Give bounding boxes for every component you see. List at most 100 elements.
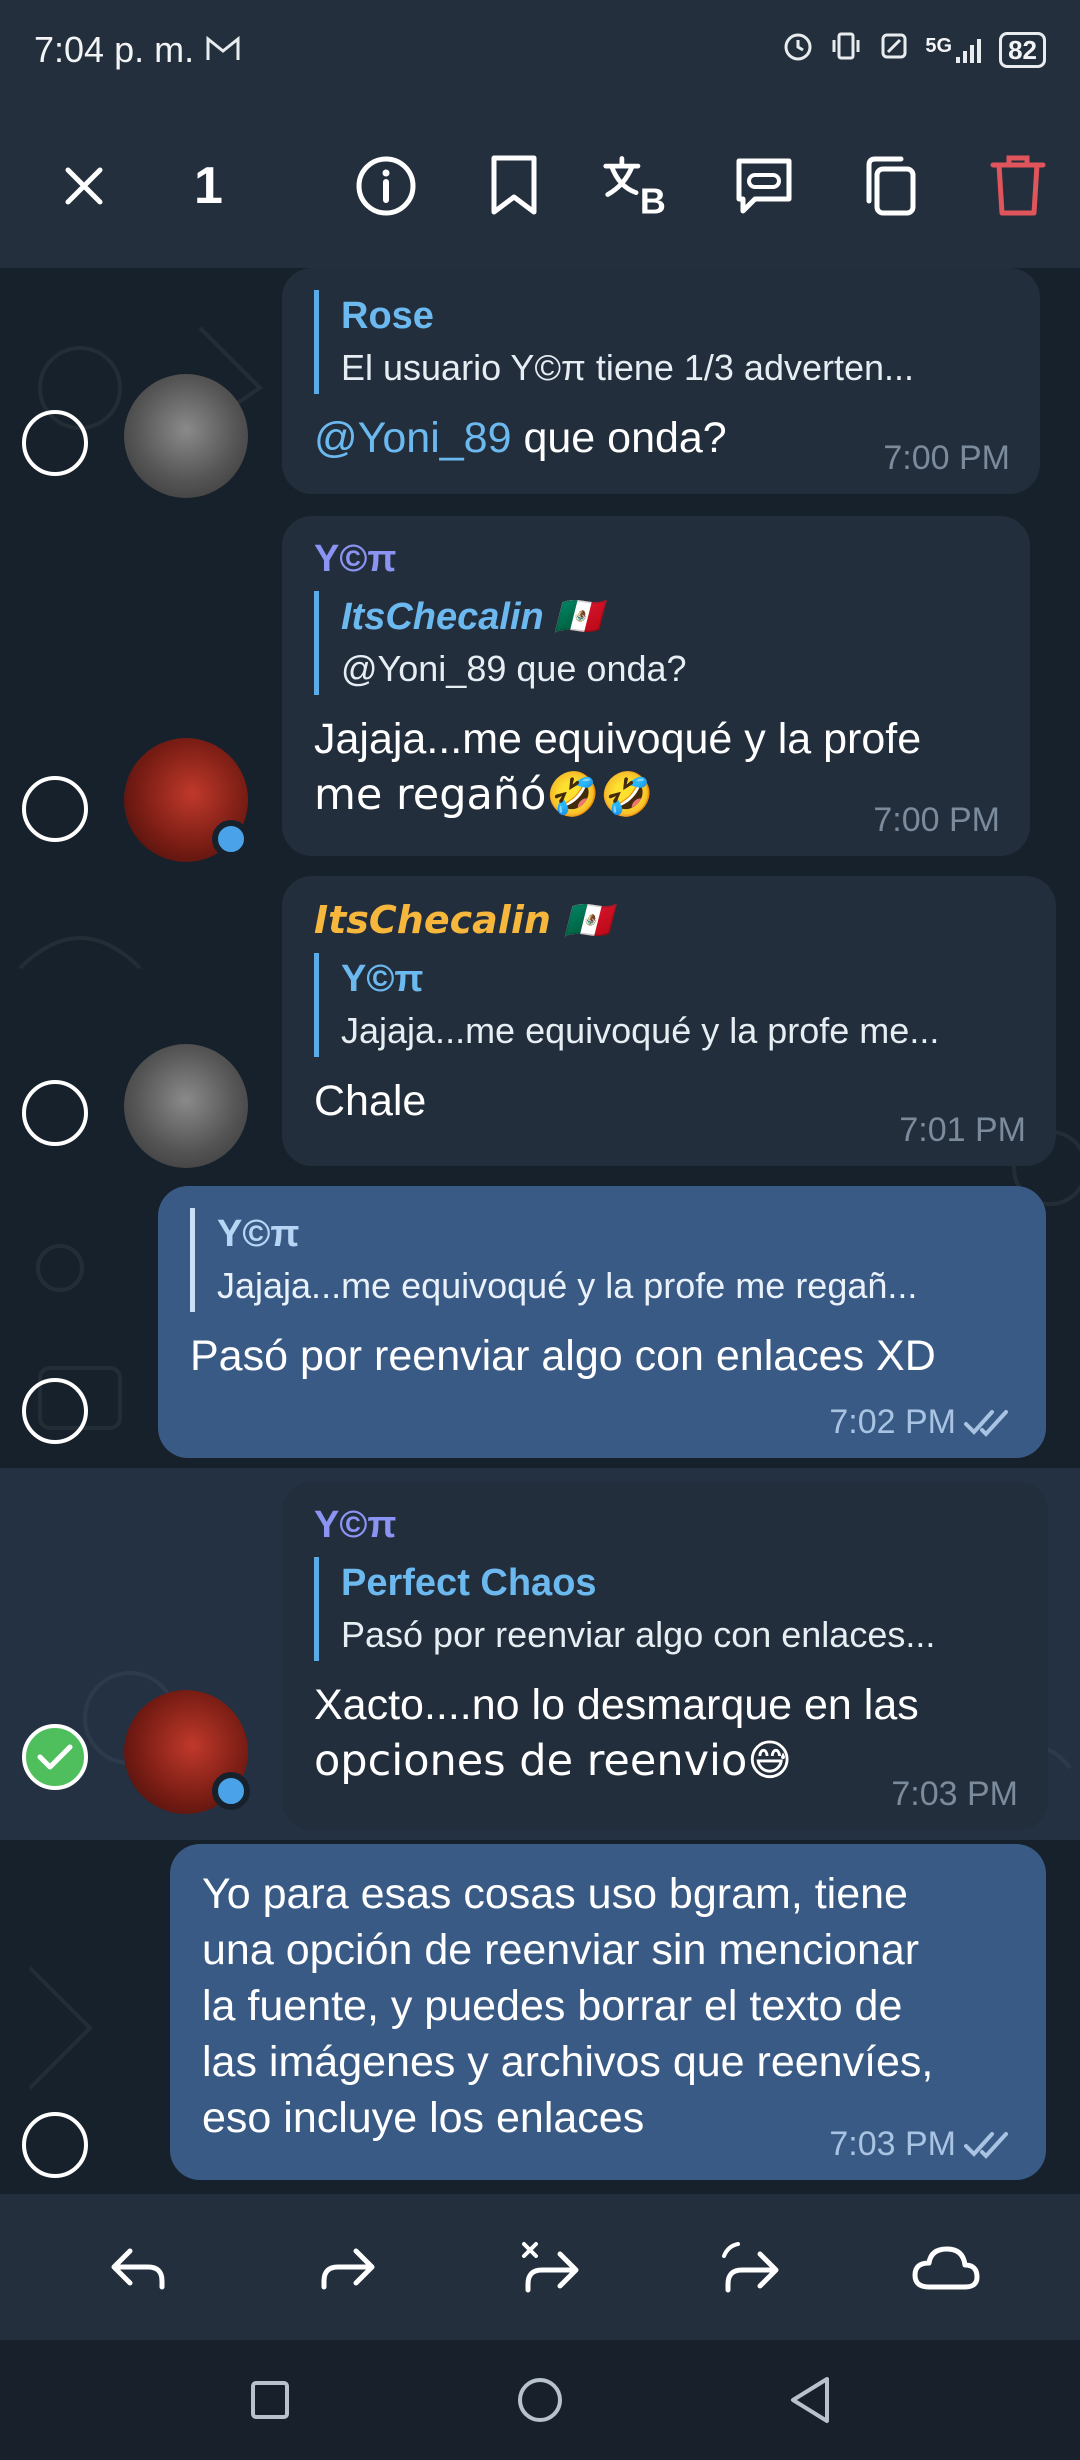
close-icon xyxy=(65,167,103,205)
message-text: la fuente, y puedes borrar el texto de xyxy=(202,1982,903,2030)
selected-count: 1 xyxy=(194,157,223,215)
delete-icon xyxy=(990,155,1046,216)
mention-link[interactable]: @Yoni_89 xyxy=(314,414,512,462)
message-text: las imágenes y archivos que reenvíes, xyxy=(202,2038,934,2086)
message-time: 7:01 PM xyxy=(899,1111,1026,1149)
cloud-icon xyxy=(912,2246,980,2290)
copy-link-button[interactable] xyxy=(728,150,800,222)
message-time: 7:00 PM xyxy=(873,801,1000,839)
reply-name: Rose xyxy=(341,295,434,337)
forward-without-quote-button[interactable] xyxy=(512,2230,588,2306)
svg-text:B: B xyxy=(640,180,666,219)
avatar[interactable] xyxy=(124,1044,248,1168)
recents-button[interactable] xyxy=(240,2370,300,2430)
share-icon xyxy=(722,2242,779,2293)
status-time: 7:04 p. m. xyxy=(34,29,195,70)
double-check-icon xyxy=(964,2131,1008,2159)
reply-button[interactable] xyxy=(100,2230,176,2306)
signal-icon: 5G xyxy=(925,35,985,65)
message-bubble[interactable]: Y©π Perfect Chaos Pasó por reenviar algo… xyxy=(282,1482,1048,1830)
forward-icon xyxy=(321,2248,375,2290)
message-time: 7:03 PM xyxy=(829,2125,956,2163)
translate-icon: B xyxy=(603,156,666,219)
message-time: 7:02 PM xyxy=(829,1403,956,1441)
reply-text: Jajaja...me equivoqué y la profe me rega… xyxy=(217,1265,918,1306)
checkmark-icon xyxy=(37,1744,73,1770)
info-button[interactable] xyxy=(350,150,422,222)
reply-preview[interactable]: ItsChecalin 🇲🇽 @Yoni_89 que onda? xyxy=(314,591,1000,695)
share-button[interactable] xyxy=(712,2230,788,2306)
reply-name: Perfect Chaos xyxy=(341,1562,597,1604)
battery-indicator: 82 xyxy=(999,32,1046,68)
gmail-notification-icon xyxy=(206,29,240,71)
save-to-cloud-button[interactable] xyxy=(908,2230,984,2306)
save-button[interactable] xyxy=(478,150,550,222)
reply-icon xyxy=(111,2248,165,2290)
sender-name[interactable]: ItsChecalin 🇲🇽 xyxy=(314,898,1026,943)
select-radio[interactable] xyxy=(22,776,88,842)
copy-button[interactable] xyxy=(854,150,926,222)
message-text: una opción de reenviar sin mencionar xyxy=(202,1926,920,1974)
select-radio[interactable] xyxy=(22,410,88,476)
message-row[interactable]: Y©π Jajaja...me equivoqué y la profe me … xyxy=(0,1186,1080,1458)
message-action-bar xyxy=(0,2194,1080,2340)
message-bubble[interactable]: Y©π Jajaja...me equivoqué y la profe me … xyxy=(158,1186,1046,1458)
message-row-selected[interactable]: Y©π Perfect Chaos Pasó por reenviar algo… xyxy=(0,1468,1080,1840)
sender-name[interactable]: Y©π xyxy=(314,1504,1018,1547)
reply-text: Jajaja...me equivoqué y la profe me... xyxy=(341,1010,940,1051)
system-nav-bar xyxy=(0,2340,1080,2460)
reply-text: El usuario Y©π tiene 1/3 adverten... xyxy=(341,347,915,388)
message-bubble[interactable]: Yo para esas cosas uso bgram, tiene una … xyxy=(170,1844,1046,2180)
close-selection-button[interactable] xyxy=(48,150,120,222)
back-button[interactable] xyxy=(780,2370,840,2430)
reply-name: Y©π xyxy=(217,1213,300,1255)
message-bubble[interactable]: ItsChecalin 🇲🇽 Y©π Jajaja...me equivoqué… xyxy=(282,876,1056,1166)
bookmark-icon xyxy=(491,155,537,215)
message-bubble[interactable]: Y©π ItsChecalin 🇲🇽 @Yoni_89 que onda? Ja… xyxy=(282,516,1030,856)
message-time: 7:00 PM xyxy=(883,439,1010,477)
online-indicator xyxy=(212,820,250,858)
reply-preview[interactable]: Perfect Chaos Pasó por reenviar algo con… xyxy=(314,1557,1018,1661)
message-row[interactable]: Rose El usuario Y©π tiene 1/3 adverten..… xyxy=(0,268,1080,504)
message-bubble[interactable]: Rose El usuario Y©π tiene 1/3 adverten..… xyxy=(282,268,1040,494)
select-radio[interactable] xyxy=(22,2112,88,2178)
link-copy-icon xyxy=(736,158,792,214)
message-text: Yo para esas cosas uso bgram, tiene xyxy=(202,1870,908,1918)
message-time: 7:03 PM xyxy=(891,1775,1018,1813)
vibrate-icon xyxy=(829,29,863,72)
select-radio[interactable] xyxy=(22,1080,88,1146)
selection-action-bar: 1 B xyxy=(0,100,1080,268)
avatar[interactable] xyxy=(124,374,248,498)
forward-button[interactable] xyxy=(310,2230,386,2306)
reply-text: @Yoni_89 que onda? xyxy=(341,648,687,689)
data-saver-icon xyxy=(877,29,911,72)
online-indicator xyxy=(212,1772,250,1810)
message-row[interactable]: ItsChecalin 🇲🇽 Y©π Jajaja...me equivoqué… xyxy=(0,876,1080,1168)
message-time-status: 7:03 PM xyxy=(829,2125,1016,2164)
select-radio[interactable] xyxy=(22,1378,88,1444)
chat-messages[interactable]: Rose El usuario Y©π tiene 1/3 adverten..… xyxy=(0,268,1080,2194)
forward-no-quote-icon xyxy=(522,2242,579,2293)
sender-name[interactable]: Y©π xyxy=(314,538,1000,581)
reply-preview[interactable]: Y©π Jajaja...me equivoqué y la profe me … xyxy=(190,1208,1016,1312)
reply-text: Pasó por reenviar algo con enlaces... xyxy=(341,1614,936,1655)
reply-preview[interactable]: Rose El usuario Y©π tiene 1/3 adverten..… xyxy=(314,290,1010,394)
reply-preview[interactable]: Y©π Jajaja...me equivoqué y la profe me.… xyxy=(314,953,1026,1057)
status-bar: 7:04 p. m. 5G 82 xyxy=(0,0,1080,100)
translate-button[interactable]: B xyxy=(602,150,674,222)
recents-icon xyxy=(251,2381,289,2419)
double-check-icon xyxy=(964,1409,1008,1437)
message-row[interactable]: Yo para esas cosas uso bgram, tiene una … xyxy=(0,1842,1080,2182)
back-icon xyxy=(791,2377,829,2423)
home-button[interactable] xyxy=(510,2370,570,2430)
home-icon xyxy=(518,2378,562,2422)
info-icon xyxy=(356,156,416,216)
message-time-status: 7:02 PM xyxy=(829,1403,1016,1442)
message-text: Xacto....no lo desmarque en las xyxy=(314,1681,919,1729)
delete-button[interactable] xyxy=(982,150,1054,222)
message-text: Pasó por reenviar algo con enlaces XD xyxy=(190,1332,936,1380)
message-row[interactable]: Y©π ItsChecalin 🇲🇽 @Yoni_89 que onda? Ja… xyxy=(0,516,1080,862)
select-radio-checked[interactable] xyxy=(22,1724,88,1790)
reply-name: ItsChecalin 🇲🇽 xyxy=(341,596,602,638)
message-text: Jajaja...me equivoqué y la profe xyxy=(314,715,922,763)
